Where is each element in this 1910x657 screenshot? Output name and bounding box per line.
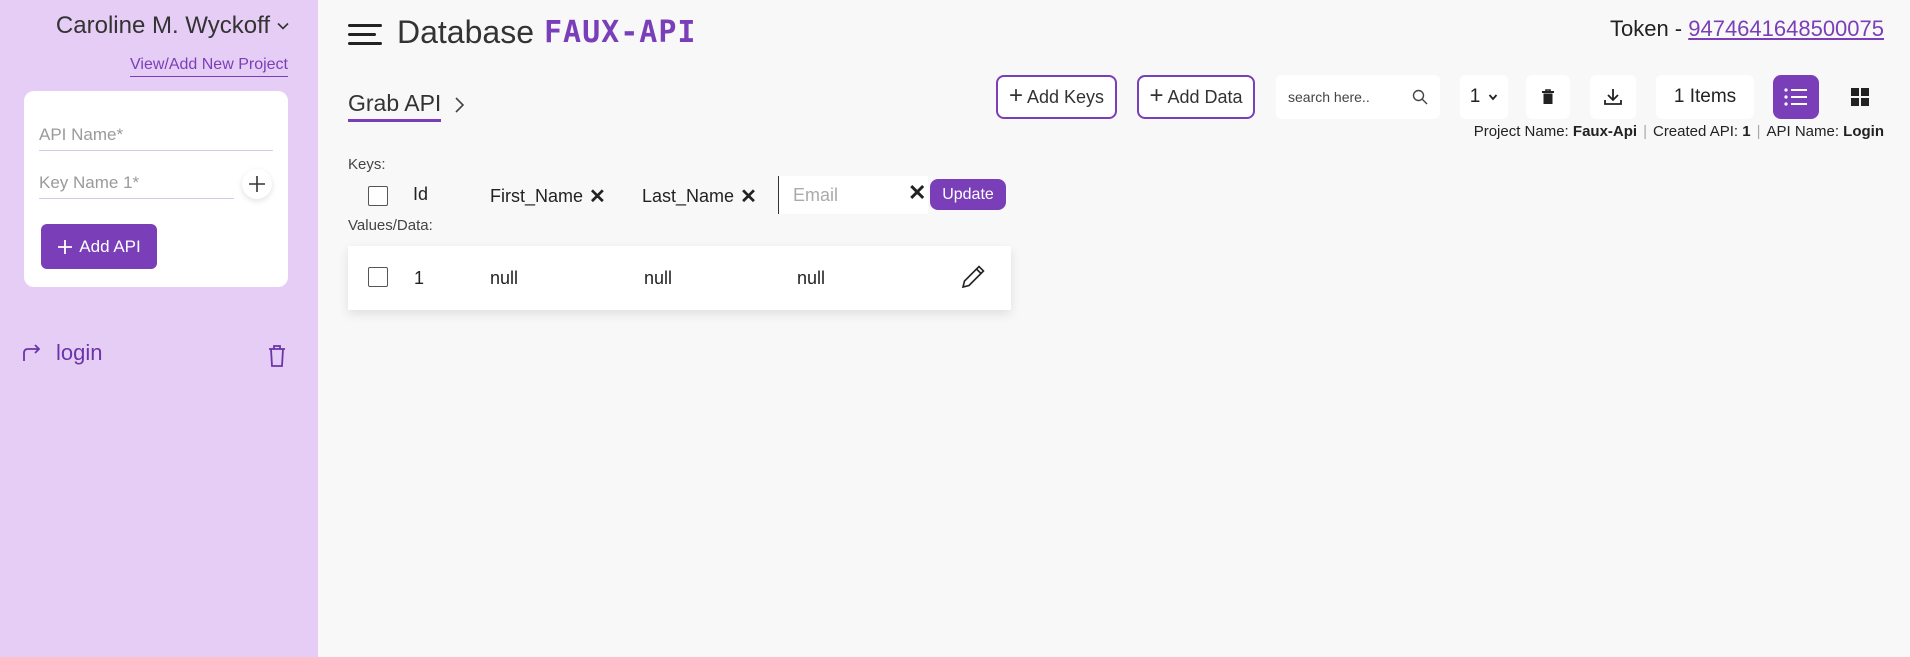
keys-label: Keys: [348,156,386,173]
select-all-checkbox[interactable] [368,186,388,206]
clear-key-icon[interactable]: ✕ [908,180,926,206]
items-count: 1 Items [1656,75,1754,119]
search-icon [1412,89,1428,105]
chevron-down-icon [1489,94,1498,101]
new-key-input[interactable]: Email [778,176,928,214]
trash-icon [1542,89,1554,104]
delete-api-button[interactable] [266,344,288,373]
add-key-field-button[interactable] [242,169,272,199]
add-keys-label: Add Keys [1026,86,1105,107]
cell-email: null [797,268,826,288]
view-add-project-link[interactable]: View/Add New Project [130,56,288,77]
page-select[interactable]: 1 [1460,75,1508,119]
created-api-count: 1 [1742,123,1751,140]
token-link[interactable]: 9474641648500075 [1688,16,1884,41]
cell-id: 1 [414,268,425,288]
download-icon [1604,89,1622,105]
update-button[interactable]: Update [930,179,1006,210]
grid-view-button[interactable] [1838,75,1882,119]
values-label: Values/Data: [348,217,433,234]
plus-icon: + [1149,82,1164,109]
plus-icon: + [1008,82,1023,109]
search-placeholder: search here.. [1288,89,1370,105]
pencil-icon [961,265,985,289]
api-list-item-label: login [56,340,103,365]
key-name-input[interactable]: Key Name 1* [39,173,234,199]
user-name: Caroline M. Wyckoff [55,12,270,39]
api-name: Login [1843,123,1884,140]
edit-row-button[interactable] [960,264,986,295]
search-input[interactable]: search here.. [1276,75,1440,119]
add-data-button[interactable]: + Add Data [1137,75,1255,119]
token-display: Token - 9474641648500075 [1610,16,1884,42]
add-api-label: Add API [79,236,141,256]
delete-button[interactable] [1526,75,1570,119]
download-button[interactable] [1590,75,1636,119]
chevron-right-icon [454,96,466,119]
page-title: Database [397,14,534,50]
user-menu[interactable]: Caroline M. Wyckoff [56,12,290,40]
add-keys-button[interactable]: + Add Keys [996,75,1117,119]
brand-logo: FAUX-API [544,15,697,50]
key-column-first-name: First_Name ✕ [490,184,606,209]
key-column-id: Id [413,184,429,204]
chevron-down-icon [277,22,289,30]
add-api-card: API Name* Key Name 1* Add API [24,91,288,287]
cell-first-name: null [490,268,519,288]
plus-icon [249,176,265,192]
token-label: Token - [1609,16,1689,41]
api-list-item[interactable]: login [22,340,102,366]
page-select-value: 1 [1469,86,1481,107]
key-column-last-name: Last_Name ✕ [642,184,757,209]
project-info: Project Name: Faux-Api | Created API: 1 | AP… [1473,123,1884,140]
sidebar: Caroline M. Wyckoff View/Add New Project… [0,0,318,657]
grid-icon [1851,88,1869,106]
list-view-button[interactable] [1773,75,1819,119]
menu-icon[interactable] [348,24,382,46]
row-checkbox[interactable] [368,267,388,287]
table-row: 1 null null null [348,246,1011,310]
project-name: Faux-Api [1572,123,1638,140]
add-data-label: Add Data [1167,86,1243,107]
api-name-input[interactable]: API Name* [39,125,273,151]
breadcrumb[interactable]: Grab API [348,90,442,122]
remove-key-icon[interactable]: ✕ [740,184,757,209]
trash-icon [269,345,285,367]
remove-key-icon[interactable]: ✕ [589,184,606,209]
list-icon [1784,88,1807,106]
add-api-button[interactable]: Add API [41,224,157,269]
plus-icon [58,239,73,254]
redirect-arrow-icon [23,344,41,361]
cell-last-name: null [644,268,673,288]
